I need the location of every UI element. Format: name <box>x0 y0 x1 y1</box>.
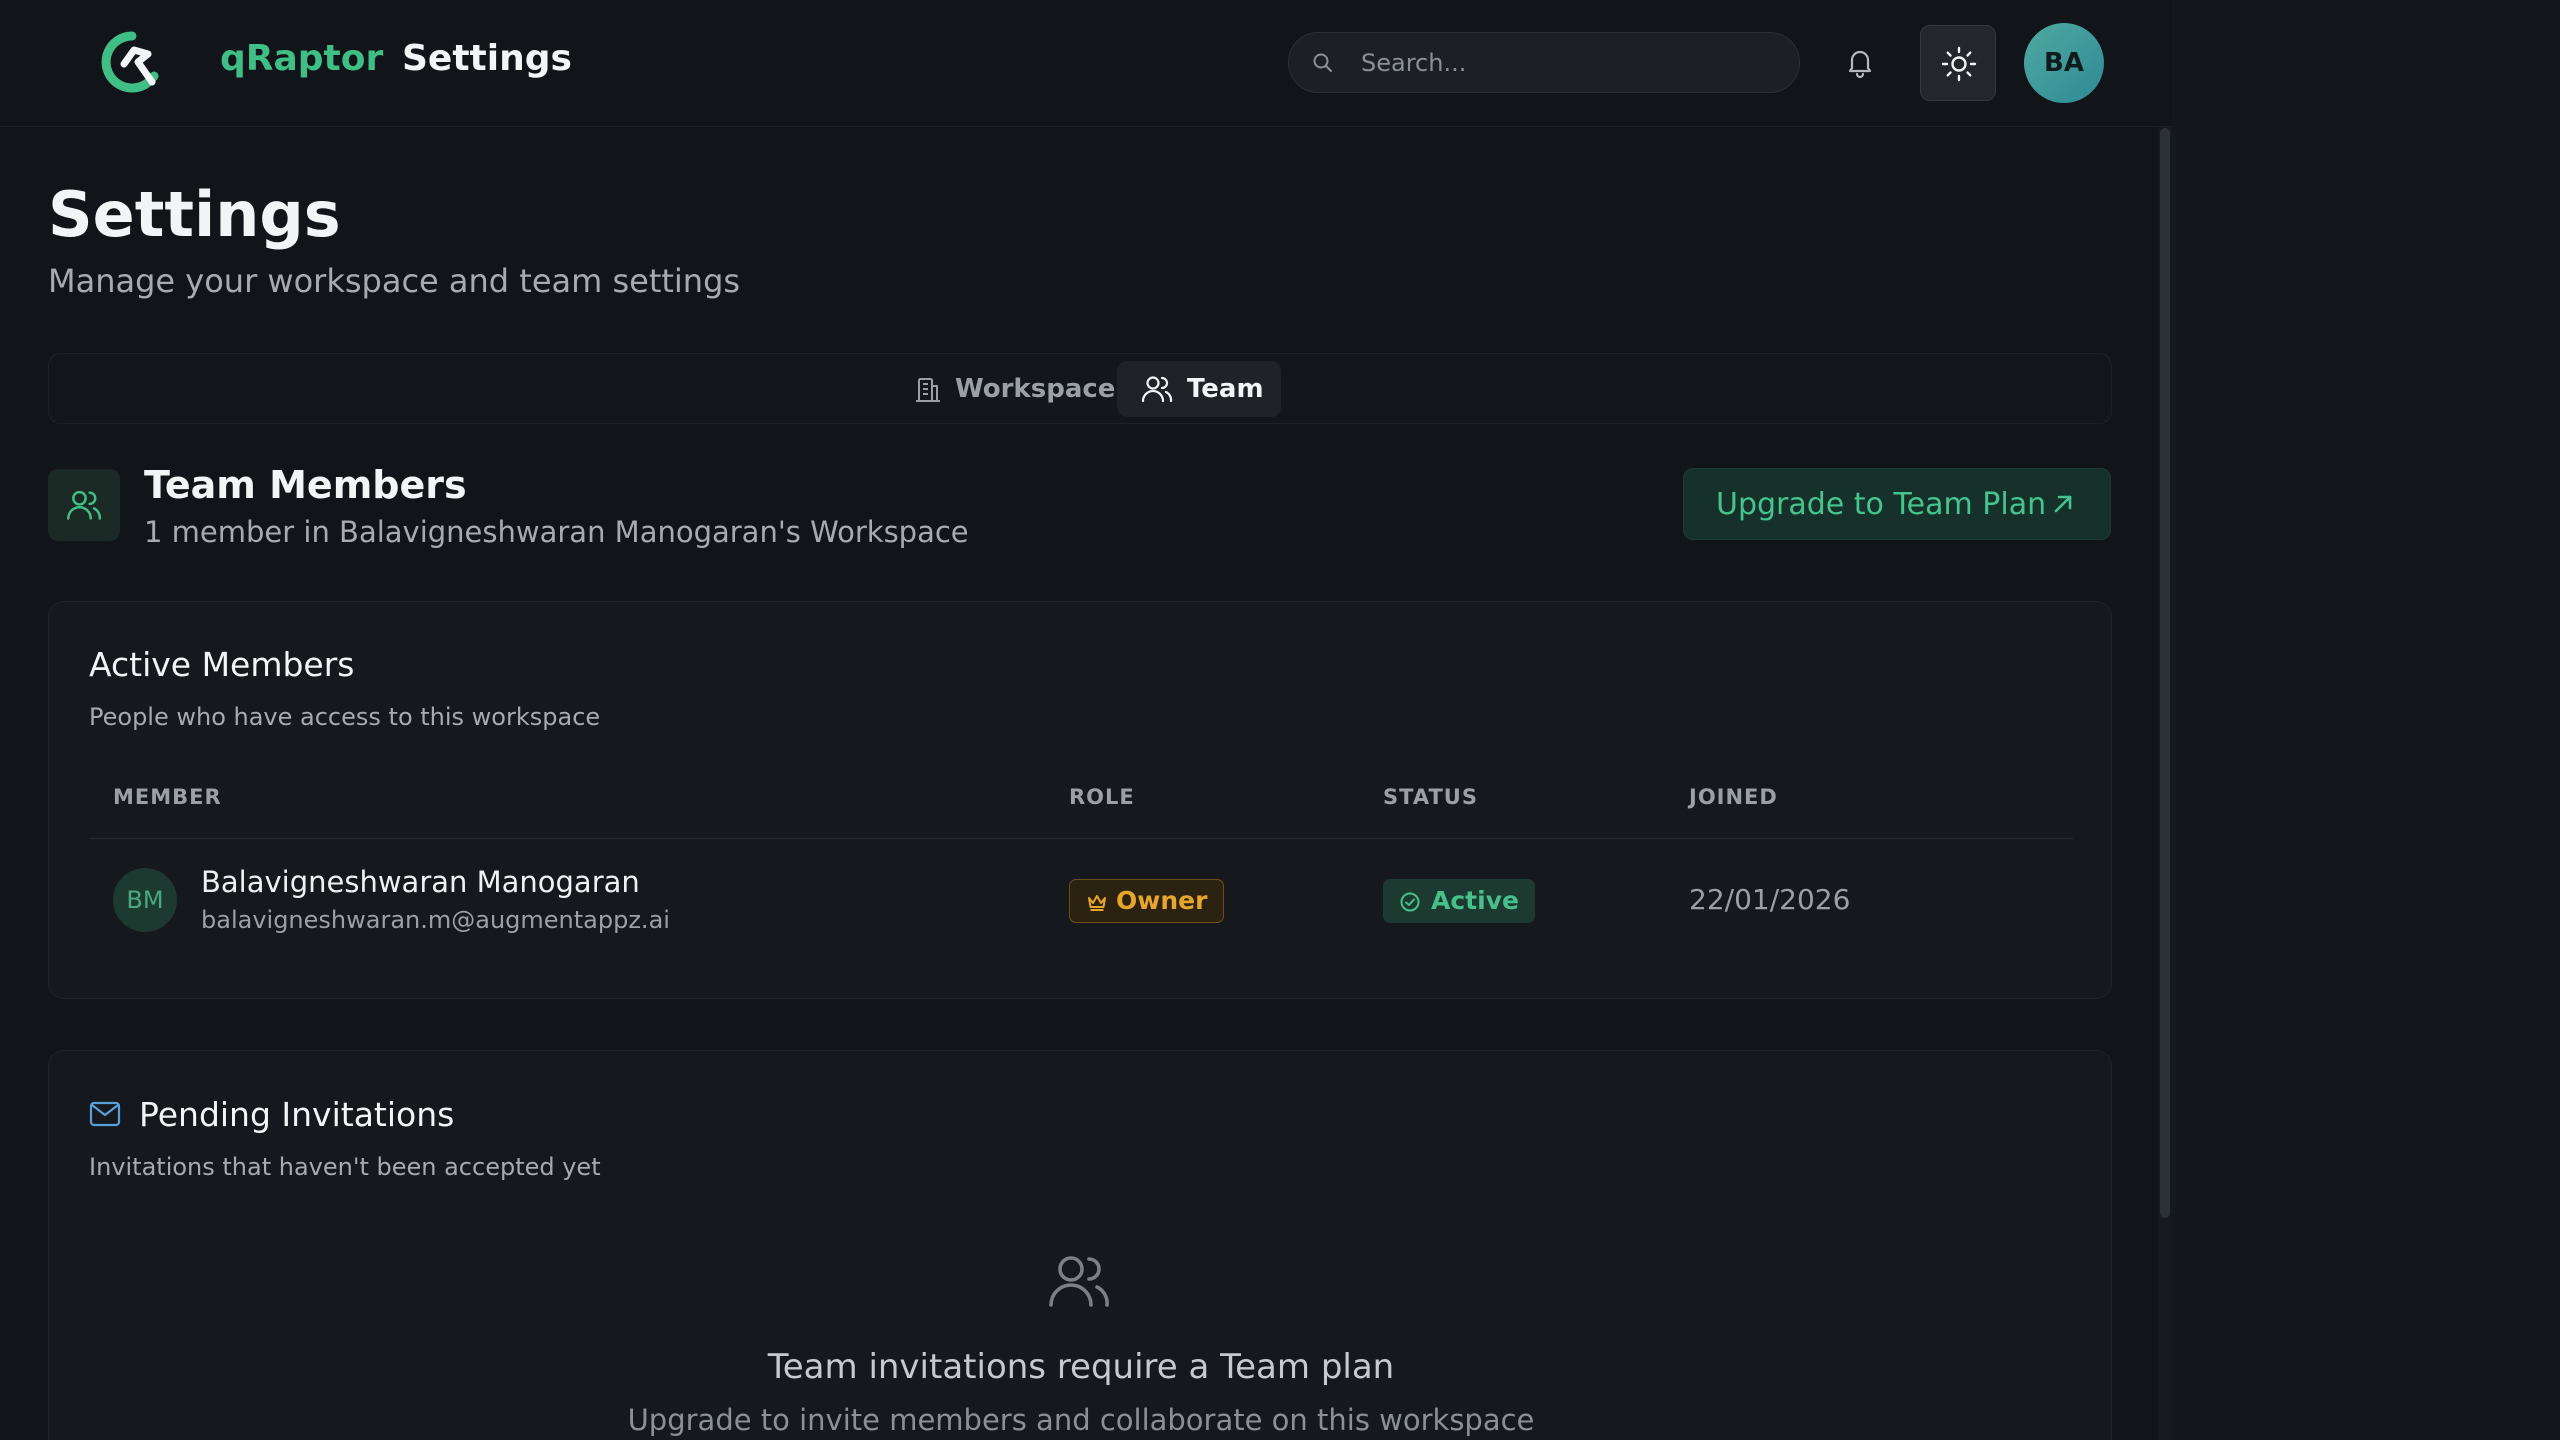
page-title: Settings <box>48 178 341 251</box>
users-icon <box>1141 376 1173 403</box>
empty-state-title: Team invitations require a Team plan <box>767 1347 1395 1387</box>
top-header: qRaptor Settings Search... BA <box>0 0 2172 127</box>
users-icon <box>67 490 101 520</box>
tab-team-label: Team <box>1187 374 1264 404</box>
sun-icon <box>1941 46 1977 82</box>
empty-state-subtitle: Upgrade to invite members and collaborat… <box>627 1403 1535 1437</box>
pending-invitations-subtitle: Invitations that haven't been accepted y… <box>89 1153 601 1181</box>
users-icon <box>1049 1256 1109 1307</box>
member-email: balavigneshwaran.m@augmentappz.ai <box>201 906 670 934</box>
column-header-member: MEMBER <box>113 785 222 809</box>
tab-team[interactable]: Team <box>1117 361 1281 417</box>
team-members-title: Team Members <box>144 463 467 507</box>
active-members-card: Active Members People who have access to… <box>48 601 2112 999</box>
building-icon <box>916 378 940 402</box>
status-badge-active: Active <box>1383 879 1535 923</box>
mail-icon <box>89 1101 121 1127</box>
check-circle-icon <box>1400 892 1420 912</box>
qraptor-logo-icon[interactable] <box>100 30 164 94</box>
search-input[interactable] <box>1361 43 1781 83</box>
column-header-status: STATUS <box>1383 785 1478 809</box>
header-page-title: Settings <box>402 38 572 79</box>
active-members-subtitle: People who have access to this workspace <box>89 703 601 731</box>
column-header-role: ROLE <box>1069 785 1135 809</box>
user-avatar[interactable]: BA <box>2024 23 2104 103</box>
page-subtitle: Manage your workspace and team settings <box>48 262 741 300</box>
theme-toggle-button[interactable] <box>1920 25 1996 101</box>
notifications-bell-icon[interactable] <box>1840 42 1880 82</box>
scrollbar-thumb[interactable] <box>2160 128 2170 1218</box>
crown-icon <box>1088 895 1106 911</box>
member-avatar: BM <box>113 868 177 932</box>
arrow-up-right-icon <box>2054 495 2072 513</box>
search-box[interactable] <box>1288 32 1800 93</box>
role-badge-owner: Owner <box>1069 879 1225 923</box>
active-members-title: Active Members <box>89 645 355 684</box>
upgrade-button-label: Upgrade to Team Plan <box>1716 487 2047 522</box>
table-row[interactable]: BM Balavigneshwaran Manogaran balavignes… <box>89 839 2073 959</box>
member-name: Balavigneshwaran Manogaran <box>201 865 640 899</box>
brand-name[interactable]: qRaptor <box>220 38 383 79</box>
column-header-joined: JOINED <box>1689 785 1778 809</box>
settings-tabs: Workspace Team <box>48 353 2112 424</box>
role-label: Owner <box>1116 886 1208 915</box>
joined-date: 22/01/2026 <box>1689 883 1851 916</box>
search-icon <box>1313 53 1332 72</box>
empty-side-panel <box>2172 0 2560 1440</box>
status-label: Active <box>1431 886 1519 915</box>
upgrade-to-team-plan-button[interactable]: Upgrade to Team Plan <box>1683 468 2111 540</box>
tab-workspace-label: Workspace <box>955 374 1116 404</box>
pending-invitations-title: Pending Invitations <box>139 1095 455 1134</box>
team-members-icon-box <box>48 469 120 541</box>
pending-invitations-card: Pending Invitations Invitations that hav… <box>48 1050 2112 1440</box>
team-members-subtitle: 1 member in Balavigneshwaran Manogaran's… <box>144 515 969 549</box>
app-window: qRaptor Settings Search... BA Settings M… <box>0 0 2172 1440</box>
